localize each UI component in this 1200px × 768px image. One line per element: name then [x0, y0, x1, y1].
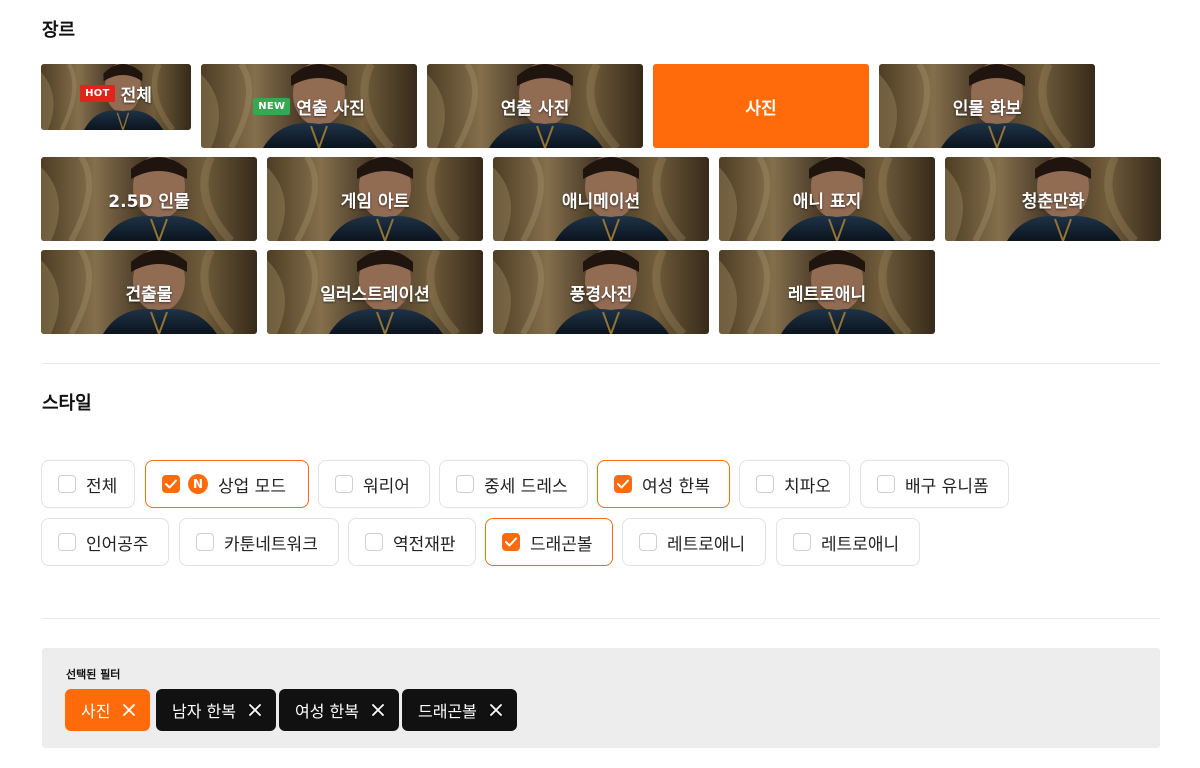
genre-tile-portrait[interactable]: 인물 화보	[879, 64, 1095, 148]
genre-tile-staged-photo[interactable]: 연출 사진	[427, 64, 643, 148]
checkbox-checked[interactable]	[162, 475, 180, 493]
filter-tag-label: 사진	[81, 702, 111, 721]
style-section-title: 스타일	[42, 393, 92, 414]
checkbox[interactable]	[58, 533, 76, 551]
genre-tile-label: 연출 사진	[296, 98, 365, 119]
genre-tile-all[interactable]: HOT 전체	[41, 64, 191, 130]
style-chip-label: 카툰네트워크	[224, 534, 318, 555]
style-chip-all[interactable]: 전체	[41, 460, 135, 508]
style-chip-volleyball-uniform[interactable]: 배구 유니폼	[860, 460, 1009, 508]
filter-tag-mens-hanbok[interactable]: 남자 한복	[156, 689, 276, 731]
checkbox[interactable]	[793, 533, 811, 551]
genre-tile-game-art[interactable]: 게임 아트	[267, 157, 483, 241]
genre-tile-label: 애니 표지	[792, 191, 862, 212]
style-chip-label: 역전재판	[393, 534, 456, 555]
genre-tile-retro-anime[interactable]: 레트로애니	[719, 250, 935, 334]
genre-tile-2-5d[interactable]: 2.5D 인물	[41, 157, 257, 241]
filter-tag-label: 여성 한복	[295, 702, 359, 721]
genre-tile-label: 게임 아트	[340, 191, 410, 212]
checkbox[interactable]	[196, 533, 214, 551]
style-chip-label: 전체	[86, 476, 118, 497]
style-chip-dragon-ball[interactable]: 드래곤볼	[485, 518, 613, 566]
check-icon	[165, 479, 177, 489]
checkbox[interactable]	[365, 533, 383, 551]
genre-tile-photo[interactable]: 사진	[653, 64, 869, 148]
style-chip-retro-anime[interactable]: 레트로애니	[622, 518, 766, 566]
new-badge: NEW	[253, 97, 291, 115]
genre-tile-label: 일러스트레이션	[320, 284, 430, 305]
genre-tile-animation[interactable]: 애니메이션	[493, 157, 709, 241]
style-chip-label: 드래곤볼	[530, 534, 593, 555]
genre-tile-staged-photo-new[interactable]: NEW 연출 사진	[201, 64, 417, 148]
genre-tile-label: 청춘만화	[1021, 191, 1085, 212]
checkbox-checked[interactable]	[614, 475, 632, 493]
filter-tag-dragon-ball[interactable]: 드래곤볼	[402, 689, 517, 731]
genre-tile-anime-cover[interactable]: 애니 표지	[719, 157, 935, 241]
filter-tag-label: 남자 한복	[172, 702, 236, 721]
checkbox[interactable]	[639, 533, 657, 551]
style-chip-cartoon-network[interactable]: 카툰네트워크	[179, 518, 339, 566]
style-chip-label: 배구 유니폼	[905, 476, 989, 497]
checkbox-checked[interactable]	[502, 533, 520, 551]
genre-tile-illustration[interactable]: 일러스트레이션	[267, 250, 483, 334]
genre-tile-label: 사진	[745, 98, 777, 119]
style-chip-label: 레트로애니	[821, 534, 900, 555]
style-chip-label: 레트로애니	[667, 534, 746, 555]
style-chip-label: 상업 모드	[218, 476, 286, 497]
selected-filters-panel: 선택된 필터 사진 남자 한복 여성 한복 드래곤볼	[42, 648, 1160, 748]
checkbox[interactable]	[756, 475, 774, 493]
checkbox[interactable]	[58, 475, 76, 493]
genre-tile-label: 2.5D 인물	[108, 191, 190, 212]
genre-tile-landscape[interactable]: 풍경사진	[493, 250, 709, 334]
hot-badge: HOT	[80, 84, 115, 102]
genre-tile-label: 레트로애니	[787, 284, 867, 305]
style-chip-warrior[interactable]: 워리어	[318, 460, 430, 508]
style-chip-womens-hanbok[interactable]: 여성 한복	[597, 460, 730, 508]
genre-tile-label: 풍경사진	[569, 284, 633, 305]
close-icon[interactable]	[489, 703, 503, 717]
section-divider	[42, 363, 1160, 364]
style-chip-commercial-mode[interactable]: N 상업 모드	[145, 460, 309, 508]
section-divider	[42, 618, 1160, 619]
filter-tag-womens-hanbok[interactable]: 여성 한복	[279, 689, 399, 731]
style-chip-label: 여성 한복	[642, 476, 710, 497]
check-icon	[617, 479, 629, 489]
style-chip-qipao[interactable]: 치파오	[739, 460, 850, 508]
checkbox[interactable]	[335, 475, 353, 493]
style-chip-ace-attorney[interactable]: 역전재판	[348, 518, 476, 566]
filter-tag-photo[interactable]: 사진	[65, 689, 151, 731]
checkbox[interactable]	[456, 475, 474, 493]
genre-tile-youth-manga[interactable]: 청춘만화	[945, 157, 1161, 241]
selected-filters-title: 선택된 필터	[66, 668, 121, 681]
style-chip-retro-anime-2[interactable]: 레트로애니	[776, 518, 920, 566]
genre-tile-label: 애니메이션	[561, 191, 641, 212]
style-chip-label: 중세 드레스	[484, 476, 568, 497]
genre-section-title: 장르	[42, 20, 76, 41]
genre-tile-label: 건출물	[125, 284, 173, 305]
genre-tile-label: 인물 화보	[952, 98, 1022, 119]
style-chip-label: 인어공주	[86, 534, 149, 555]
style-chip-label: 치파오	[784, 476, 831, 497]
genre-tile-label: 전체	[120, 85, 152, 106]
filter-tag-label: 드래곤볼	[418, 702, 477, 721]
check-icon	[505, 537, 517, 547]
style-chip-medieval-dress[interactable]: 중세 드레스	[439, 460, 588, 508]
genre-tile-architecture[interactable]: 건출물	[41, 250, 257, 334]
genre-tile-label: 연출 사진	[500, 98, 570, 119]
close-icon[interactable]	[122, 703, 136, 717]
style-chip-label: 워리어	[363, 476, 410, 497]
close-icon[interactable]	[371, 703, 385, 717]
checkbox[interactable]	[877, 475, 895, 493]
style-chip-mermaid[interactable]: 인어공주	[41, 518, 169, 566]
new-n-badge: N	[188, 474, 208, 494]
close-icon[interactable]	[248, 703, 262, 717]
